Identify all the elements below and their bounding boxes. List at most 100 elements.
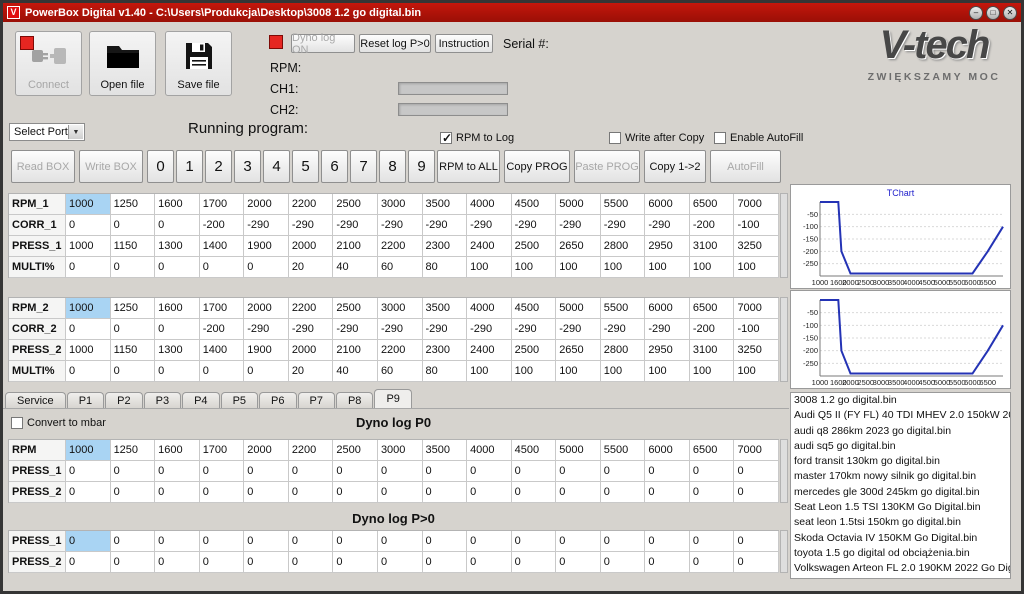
grid-cell[interactable]: 4500	[512, 440, 557, 461]
grid-cell[interactable]: 1000	[66, 194, 111, 215]
grid-cell[interactable]: 0	[111, 319, 156, 340]
grid-cell[interactable]: 0	[66, 319, 111, 340]
grid-cell[interactable]: 1000	[66, 236, 111, 257]
dyno-p0-scrollbar[interactable]	[780, 439, 788, 503]
grid-cell[interactable]: 0	[734, 531, 779, 552]
grid-cell[interactable]: 2500	[333, 440, 378, 461]
grid-cell[interactable]: 1900	[244, 236, 289, 257]
tab-service[interactable]: Service	[5, 392, 66, 409]
grid-cell[interactable]: 3100	[690, 340, 735, 361]
grid-cell[interactable]: 0	[423, 482, 468, 503]
checkbox-box[interactable]	[609, 132, 621, 144]
grid-cell[interactable]: 2400	[467, 236, 512, 257]
dyno-pgt0-scrollbar[interactable]	[780, 530, 788, 573]
grid-cell[interactable]: 2650	[556, 340, 601, 361]
grid-cell[interactable]: 1600	[155, 298, 200, 319]
digit-button-9[interactable]: 9	[408, 150, 435, 183]
grid-cell[interactable]: 4000	[467, 298, 512, 319]
grid-cell[interactable]: -200	[690, 319, 735, 340]
grid-cell[interactable]: -200	[690, 215, 735, 236]
grid-cell[interactable]: 0	[200, 482, 245, 503]
grid-cell[interactable]: 1300	[155, 340, 200, 361]
grid-cell[interactable]: 5500	[601, 440, 646, 461]
grid-cell[interactable]: 0	[556, 461, 601, 482]
grid-cell[interactable]: 2300	[423, 236, 468, 257]
file-list-item[interactable]: Skoda Octavia IV 150KM Go Digital.bin	[791, 531, 1010, 546]
write-after-copy-checkbox[interactable]: Write after Copy	[609, 132, 704, 144]
enable-autofill-checkbox[interactable]: Enable AutoFill	[714, 132, 803, 144]
grid-cell[interactable]: 0	[289, 461, 334, 482]
grid-cell[interactable]: 80	[423, 361, 468, 382]
grid-cell[interactable]: 100	[512, 361, 557, 382]
grid-cell[interactable]: 0	[645, 482, 690, 503]
grid-cell[interactable]: 0	[690, 482, 735, 503]
grid-cell[interactable]: 2650	[556, 236, 601, 257]
grid-cell[interactable]: 1700	[200, 298, 245, 319]
digit-button-6[interactable]: 6	[321, 150, 348, 183]
grid-cell[interactable]: 0	[601, 531, 646, 552]
grid-cell[interactable]: 0	[690, 552, 735, 573]
grid-cell[interactable]: 0	[333, 531, 378, 552]
grid-cell[interactable]: 0	[200, 461, 245, 482]
grid-cell[interactable]: 4500	[512, 298, 557, 319]
reset-log-button[interactable]: Reset log P>0	[359, 34, 431, 53]
digit-button-2[interactable]: 2	[205, 150, 232, 183]
grid-cell[interactable]: 6000	[645, 298, 690, 319]
grid-cell[interactable]: 0	[512, 482, 557, 503]
grid-cell[interactable]: 0	[111, 552, 156, 573]
tab-p2[interactable]: P2	[105, 392, 142, 409]
select-port-dropdown[interactable]: Select Port ▼	[9, 123, 85, 141]
grid-cell[interactable]: 0	[512, 531, 557, 552]
grid-cell[interactable]: 0	[423, 552, 468, 573]
file-list-item[interactable]: Audi Q5 II (FY FL) 40 TDI MHEV 2.0 150kW…	[791, 408, 1010, 423]
grid-cell[interactable]: 0	[244, 531, 289, 552]
grid-cell[interactable]: 1250	[111, 194, 156, 215]
grid-cell[interactable]: -290	[423, 319, 468, 340]
grid-cell[interactable]: 0	[66, 361, 111, 382]
grid-cell[interactable]: -290	[601, 319, 646, 340]
digit-button-7[interactable]: 7	[350, 150, 377, 183]
checkbox-box[interactable]	[440, 132, 452, 144]
save-file-button[interactable]: Save file	[165, 31, 232, 96]
grid-cell[interactable]: 3000	[378, 194, 423, 215]
grid-cell[interactable]: 0	[467, 531, 512, 552]
grid-cell[interactable]: 0	[111, 531, 156, 552]
grid-cell[interactable]: 0	[512, 461, 557, 482]
grid-cell[interactable]: -100	[734, 319, 779, 340]
grid-cell[interactable]: 2500	[512, 340, 557, 361]
file-list-item[interactable]: ford transit 130km go digital.bin	[791, 454, 1010, 469]
grid-cell[interactable]: 2800	[601, 340, 646, 361]
grid-cell[interactable]: 3250	[734, 340, 779, 361]
grid-cell[interactable]: 5500	[601, 194, 646, 215]
grid-cell[interactable]: 1400	[200, 340, 245, 361]
tab-p3[interactable]: P3	[144, 392, 181, 409]
grid-cell[interactable]: 4000	[467, 440, 512, 461]
grid-cell[interactable]: 0	[155, 361, 200, 382]
grid-cell[interactable]: 3500	[423, 194, 468, 215]
tab-p4[interactable]: P4	[182, 392, 219, 409]
grid-cell[interactable]: 80	[423, 257, 468, 278]
file-list-item[interactable]: toyota 1.5 go digital od obciążenia.bin	[791, 546, 1010, 561]
grid-cell[interactable]: 3100	[690, 236, 735, 257]
grid-cell[interactable]: 7000	[734, 194, 779, 215]
grid-cell[interactable]: 2100	[333, 236, 378, 257]
grid-cell[interactable]: 100	[467, 257, 512, 278]
file-list-item[interactable]: master 170km nowy silnik go digital.bin	[791, 469, 1010, 484]
grid-cell[interactable]: 2200	[378, 236, 423, 257]
grid-cell[interactable]: 0	[512, 552, 557, 573]
grid-cell[interactable]: 0	[467, 482, 512, 503]
grid-cell[interactable]: 0	[690, 461, 735, 482]
grid-cell[interactable]: 0	[66, 215, 111, 236]
grid-cell[interactable]: 100	[601, 257, 646, 278]
grid-cell[interactable]: 2500	[333, 298, 378, 319]
grid-cell[interactable]: 0	[467, 552, 512, 573]
grid-cell[interactable]: 0	[200, 531, 245, 552]
grid-cell[interactable]: 0	[155, 531, 200, 552]
grid-cell[interactable]: -290	[601, 215, 646, 236]
tab-p1[interactable]: P1	[67, 392, 104, 409]
grid-cell[interactable]: 100	[601, 361, 646, 382]
grid-cell[interactable]: 0	[111, 482, 156, 503]
grid-cell[interactable]: 0	[155, 215, 200, 236]
grid-cell[interactable]: 0	[66, 552, 111, 573]
grid-cell[interactable]: 0	[378, 531, 423, 552]
